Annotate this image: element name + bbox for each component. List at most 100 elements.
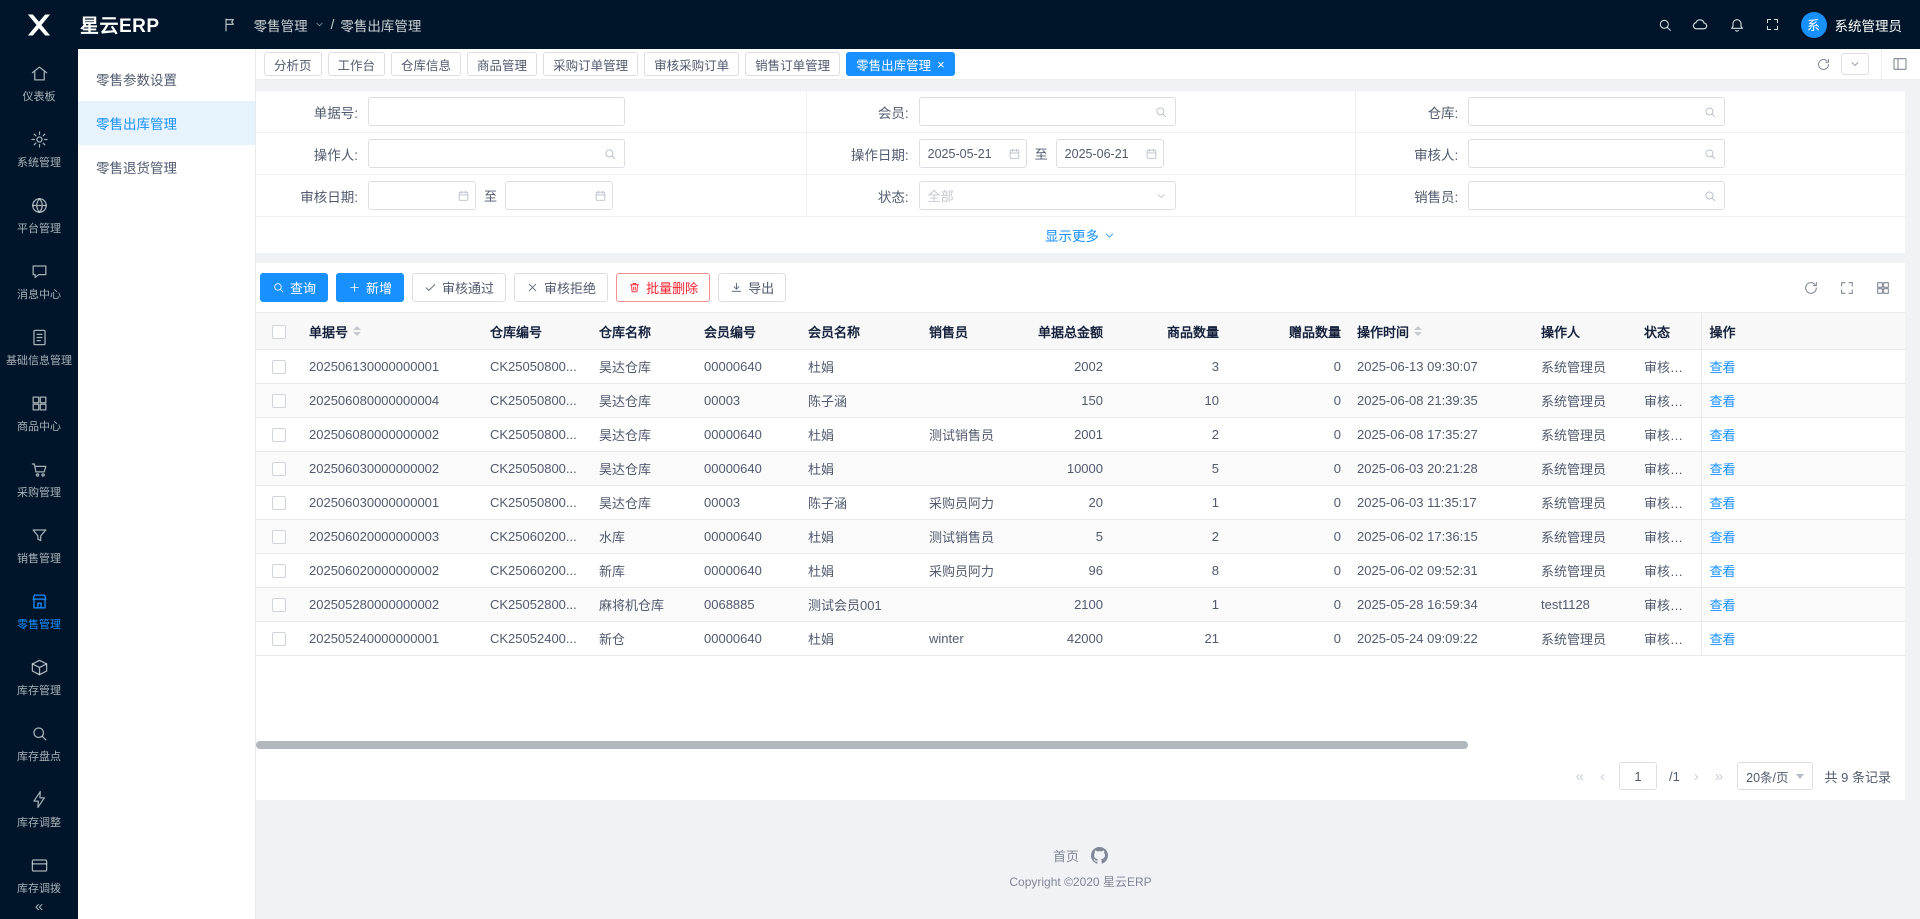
refresh-table-icon[interactable] [1803, 280, 1819, 296]
last-page-button[interactable]: » [1713, 768, 1725, 785]
row-checkbox[interactable] [272, 564, 286, 578]
next-page-button[interactable]: › [1692, 768, 1701, 785]
cloud-icon[interactable] [1683, 0, 1719, 49]
sidebar-item[interactable]: 零售管理 [0, 579, 78, 645]
column-header[interactable]: 仓库名称 [591, 313, 696, 350]
sidebar-item[interactable]: 基础信息管理 [0, 315, 78, 381]
audit-date-to-input[interactable] [505, 181, 613, 210]
view-link[interactable]: 查看 [1710, 462, 1736, 477]
column-header[interactable]: 会员名称 [800, 313, 921, 350]
github-icon[interactable] [1091, 847, 1108, 864]
row-checkbox[interactable] [272, 598, 286, 612]
audit-approve-button[interactable]: 审核通过 [412, 273, 506, 302]
submenu-item[interactable]: 零售出库管理 [78, 101, 255, 145]
layout-toggle-icon[interactable] [1881, 49, 1908, 80]
tabs-menu-button[interactable] [1841, 53, 1869, 75]
sidebar-item[interactable]: 库存管理 [0, 645, 78, 711]
operate-date-from-input[interactable] [919, 139, 1027, 168]
column-header[interactable]: 商品数量 [1111, 313, 1227, 350]
scrollbar-thumb[interactable] [256, 741, 1468, 749]
show-more-link[interactable]: 显示更多 [1045, 225, 1116, 245]
table-fullscreen-icon[interactable] [1839, 280, 1855, 296]
sidebar-item[interactable]: 平台管理 [0, 183, 78, 249]
column-header[interactable]: 会员编号 [696, 313, 800, 350]
column-header[interactable]: 单据号 [301, 313, 482, 350]
view-link[interactable]: 查看 [1710, 530, 1736, 545]
audit-reject-button[interactable]: 审核拒绝 [514, 273, 608, 302]
row-checkbox[interactable] [272, 462, 286, 476]
column-header[interactable]: 操作时间 [1349, 313, 1533, 350]
submenu-item[interactable]: 零售参数设置 [78, 57, 255, 101]
sidebar-item[interactable]: 消息中心 [0, 249, 78, 315]
prev-page-button[interactable]: ‹ [1598, 768, 1607, 785]
sidebar-item[interactable]: 采购管理 [0, 447, 78, 513]
tab-item[interactable]: 商品管理 [467, 52, 537, 76]
view-link[interactable]: 查看 [1710, 632, 1736, 647]
first-page-button[interactable]: « [1574, 768, 1586, 785]
column-header[interactable]: 操作 [1701, 313, 1905, 350]
avatar[interactable]: 系 [1801, 12, 1827, 38]
menu-trigger-icon[interactable] [222, 17, 238, 33]
batch-delete-button[interactable]: 批量删除 [616, 273, 710, 302]
row-checkbox[interactable] [272, 530, 286, 544]
column-header[interactable]: 操作人 [1533, 313, 1636, 350]
sidebar-item[interactable]: 库存调整 [0, 777, 78, 843]
bell-icon[interactable] [1719, 0, 1755, 49]
user-name[interactable]: 系统管理员 [1835, 15, 1903, 35]
bill-no-input[interactable] [368, 97, 625, 126]
breadcrumb-root[interactable]: 零售管理 [254, 15, 308, 35]
page-size-select[interactable]: 20条/页 [1737, 762, 1812, 790]
sidebar-item[interactable]: 仪表板 [0, 51, 78, 117]
sidebar-item[interactable]: 商品中心 [0, 381, 78, 447]
logo[interactable] [0, 11, 78, 39]
row-checkbox[interactable] [272, 632, 286, 646]
tab-item[interactable]: 采购订单管理 [543, 52, 638, 76]
column-header[interactable]: 单据总金额 [1019, 313, 1111, 350]
sidebar-item[interactable]: 销售管理 [0, 513, 78, 579]
row-checkbox[interactable] [272, 394, 286, 408]
auditor-input[interactable] [1468, 139, 1725, 168]
row-checkbox[interactable] [272, 360, 286, 374]
column-header[interactable]: 销售员 [921, 313, 1019, 350]
tab-item[interactable]: 审核采购订单 [644, 52, 739, 76]
row-checkbox[interactable] [272, 496, 286, 510]
view-link[interactable]: 查看 [1710, 360, 1736, 375]
footer-home-link[interactable]: 首页 [1053, 846, 1079, 865]
query-button[interactable]: 查询 [260, 273, 328, 302]
close-tab-icon[interactable]: × [937, 58, 945, 71]
column-header[interactable]: 状态 [1636, 313, 1701, 350]
view-link[interactable]: 查看 [1710, 598, 1736, 613]
status-select[interactable]: 全部 [919, 181, 1176, 210]
tab-item[interactable]: 仓库信息 [391, 52, 461, 76]
sort-icon[interactable] [353, 326, 361, 336]
member-input[interactable] [919, 97, 1176, 126]
refresh-tabs-icon[interactable] [1816, 57, 1831, 72]
view-link[interactable]: 查看 [1710, 564, 1736, 579]
row-checkbox[interactable] [272, 428, 286, 442]
fullscreen-icon[interactable] [1755, 0, 1791, 49]
sidebar-item[interactable]: 库存盘点 [0, 711, 78, 777]
search-icon[interactable] [1647, 0, 1683, 49]
submenu-item[interactable]: 零售退货管理 [78, 145, 255, 189]
select-all-checkbox[interactable] [272, 325, 286, 339]
sidebar-item[interactable]: 系统管理 [0, 117, 78, 183]
sidebar-collapse-button[interactable]: « [0, 893, 78, 919]
salesman-input[interactable] [1468, 181, 1725, 210]
column-header[interactable]: 仓库编号 [482, 313, 591, 350]
add-button[interactable]: 新增 [336, 273, 404, 302]
tab-item[interactable]: 零售出库管理× [846, 52, 955, 76]
sort-icon[interactable] [1414, 326, 1422, 336]
column-settings-icon[interactable] [1875, 280, 1891, 296]
column-header[interactable]: 赠品数量 [1227, 313, 1349, 350]
view-link[interactable]: 查看 [1710, 428, 1736, 443]
tab-item[interactable]: 分析页 [264, 52, 322, 76]
operator-input[interactable] [368, 139, 625, 168]
tab-item[interactable]: 工作台 [328, 52, 386, 76]
operate-date-to-input[interactable] [1056, 139, 1164, 168]
view-link[interactable]: 查看 [1710, 496, 1736, 511]
warehouse-input[interactable] [1468, 97, 1725, 126]
view-link[interactable]: 查看 [1710, 394, 1736, 409]
audit-date-from-input[interactable] [368, 181, 476, 210]
tab-item[interactable]: 销售订单管理 [745, 52, 840, 76]
export-button[interactable]: 导出 [718, 273, 786, 302]
